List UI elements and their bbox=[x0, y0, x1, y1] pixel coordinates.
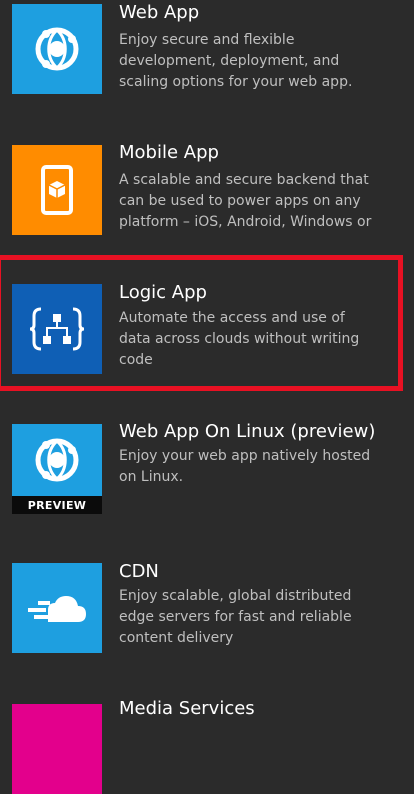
item-title: Web App bbox=[119, 2, 200, 23]
list-item-cdn[interactable]: CDN Enjoy scalable, global distributed e… bbox=[0, 560, 414, 670]
item-description: Enjoy scalable, global distributed edge … bbox=[119, 588, 352, 646]
list-item-mobile-app[interactable]: Mobile App A scalable and secure backend… bbox=[0, 140, 414, 260]
list-item-web-app-linux[interactable]: PREVIEW Web App On Linux (preview) Enjoy… bbox=[0, 420, 414, 530]
web-app-tile bbox=[12, 4, 102, 94]
item-title: Media Services bbox=[119, 698, 255, 719]
globe-icon bbox=[35, 27, 79, 71]
list-item-web-app[interactable]: Web App Enjoy secure and flexible develo… bbox=[0, 0, 414, 120]
mobile-app-tile bbox=[12, 145, 102, 235]
cloud-icon bbox=[28, 596, 86, 622]
mobile-box-icon bbox=[41, 165, 73, 215]
item-description: A scalable and secure backend that can b… bbox=[119, 172, 372, 230]
preview-badge: PREVIEW bbox=[12, 496, 102, 514]
cdn-tile bbox=[12, 563, 102, 653]
globe-icon bbox=[35, 438, 79, 482]
media-services-tile bbox=[12, 704, 102, 794]
item-title: Web App On Linux (preview) bbox=[119, 421, 376, 442]
item-title: Mobile App bbox=[119, 142, 219, 163]
item-title: CDN bbox=[119, 561, 159, 582]
list-item-media-services[interactable]: Media Services bbox=[0, 696, 414, 794]
selection-highlight bbox=[0, 255, 403, 391]
item-description: Enjoy secure and flexible development, d… bbox=[119, 32, 353, 90]
item-description: Enjoy your web app natively hosted on Li… bbox=[119, 448, 371, 485]
